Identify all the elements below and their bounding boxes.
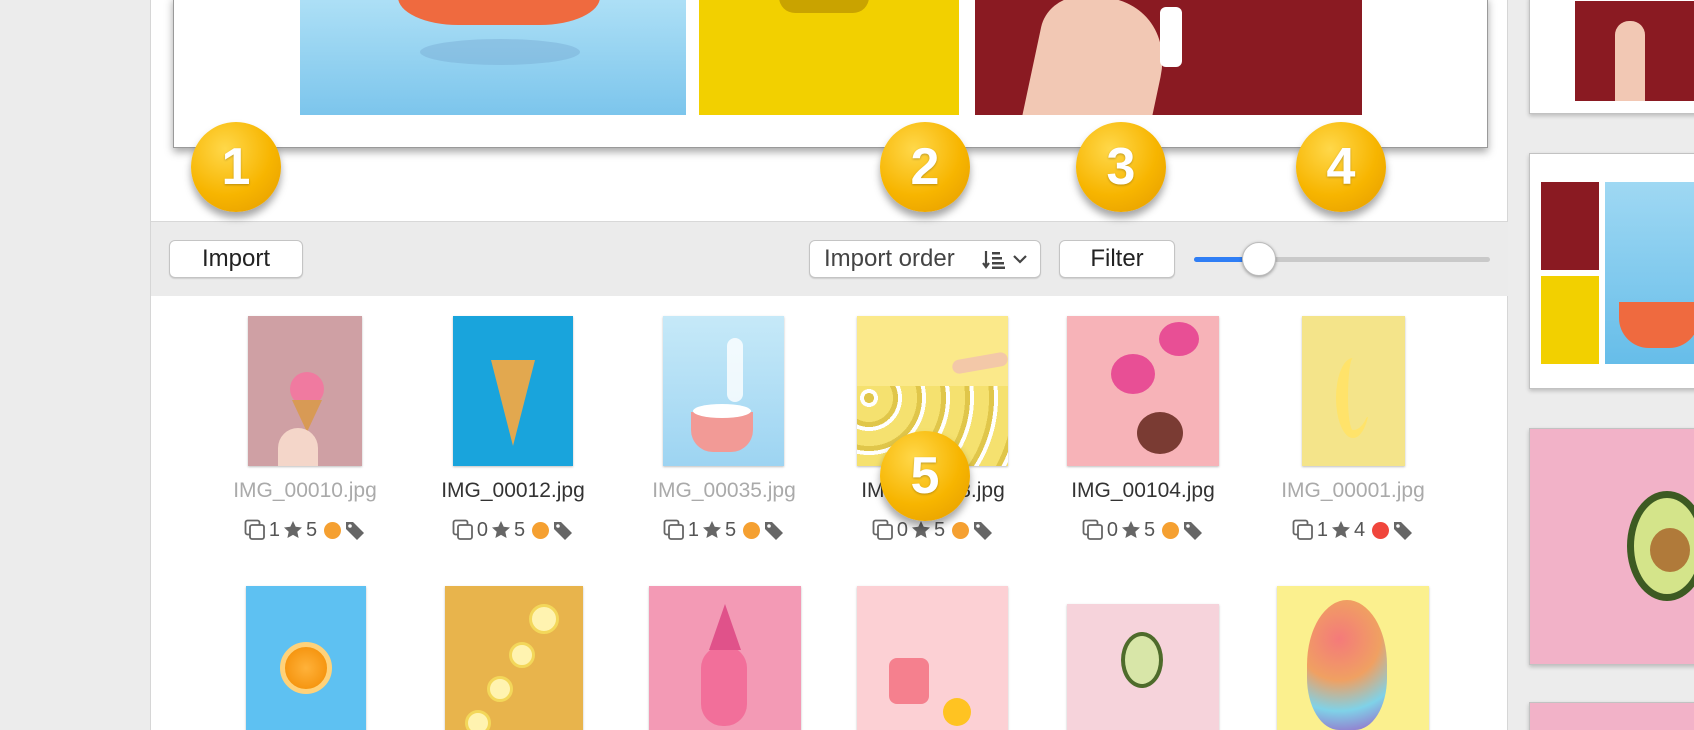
main-panel: Import Import order Filter IMG_00010.jpg… — [151, 0, 1508, 730]
photo-stack-icon — [1292, 519, 1313, 540]
thumbnail-size-slider[interactable] — [1194, 257, 1490, 262]
thumbnail-flowers[interactable] — [1277, 586, 1429, 730]
thumbnail-img-00035[interactable] — [663, 316, 784, 466]
star-icon — [1332, 521, 1350, 538]
star-icon — [912, 521, 930, 538]
chevron-down-icon — [1013, 255, 1027, 264]
color-label-dot[interactable] — [1162, 521, 1180, 539]
preview-photo-pot[interactable] — [300, 0, 686, 115]
callout-badge: 5 — [880, 431, 970, 521]
filename-label: IMG_00012.jpg — [441, 479, 585, 502]
star-rating: 5 — [306, 518, 318, 541]
stack-count: 0 — [476, 518, 488, 541]
star-icon — [703, 521, 721, 538]
star-rating: 5 — [725, 518, 737, 541]
color-label-dot[interactable] — [952, 521, 970, 539]
tag-icon — [554, 522, 573, 540]
photo-stack-icon — [872, 519, 893, 540]
import-button[interactable]: Import — [169, 240, 303, 278]
photo-stack-icon — [244, 519, 265, 540]
thumbnail-img-00001[interactable] — [1302, 316, 1405, 466]
layout-page-preview[interactable] — [173, 0, 1488, 148]
star-rating: 5 — [1144, 518, 1156, 541]
star-rating: 4 — [1354, 518, 1366, 541]
thumbnail-pineapple[interactable] — [649, 586, 801, 730]
thumbnail-grapefruit[interactable] — [857, 586, 1008, 730]
sort-order-icon — [982, 251, 1005, 269]
photo-metadata: 15 — [220, 518, 390, 542]
tag-icon — [1394, 522, 1413, 540]
stack-count: 1 — [687, 518, 699, 541]
filename-label: IMG_00001.jpg — [1281, 479, 1425, 502]
thumbnail-lemons[interactable] — [445, 586, 583, 730]
thumbnail-img-00104[interactable] — [1067, 316, 1219, 466]
page-thumbnail[interactable] — [1529, 0, 1694, 114]
star-rating: 5 — [514, 518, 526, 541]
callout-badge: 2 — [880, 122, 970, 212]
star-rating: 5 — [934, 518, 946, 541]
slider-knob[interactable] — [1242, 242, 1277, 276]
left-sidebar — [0, 0, 151, 730]
sort-order-label: Import order — [824, 245, 955, 272]
color-label-dot[interactable] — [532, 521, 550, 539]
callout-badge: 4 — [1296, 122, 1386, 212]
filename-label: IMG_00104.jpg — [1071, 479, 1215, 502]
thumbnail-img-00010[interactable] — [248, 316, 362, 466]
tag-icon — [765, 522, 784, 540]
photo-metadata: 05 — [1058, 518, 1228, 542]
thumbnail-avocado[interactable] — [1067, 604, 1219, 730]
stack-count: 0 — [1106, 518, 1118, 541]
color-label-dot[interactable] — [1372, 521, 1390, 539]
pages-sidebar — [1508, 0, 1694, 730]
stack-count: 0 — [896, 518, 908, 541]
star-icon — [1122, 521, 1140, 538]
thumbnail-orange[interactable] — [246, 586, 366, 730]
stack-count: 1 — [1316, 518, 1328, 541]
photo-layout-window: Import Import order Filter IMG_00010.jpg… — [0, 0, 1694, 730]
tag-icon — [1184, 522, 1203, 540]
sort-order-dropdown[interactable]: Import order — [809, 240, 1041, 278]
tag-icon — [346, 522, 365, 540]
star-icon — [492, 521, 510, 538]
color-label-dot[interactable] — [743, 521, 761, 539]
photo-metadata: 05 — [848, 518, 1018, 542]
photo-stack-icon — [452, 519, 473, 540]
photo-metadata: 05 — [428, 518, 598, 542]
callout-badge: 1 — [191, 122, 281, 212]
filename-label: IMG_00035.jpg — [652, 479, 796, 502]
color-label-dot[interactable] — [324, 521, 342, 539]
photo-stack-icon — [1082, 519, 1103, 540]
page-thumbnail[interactable] — [1529, 702, 1694, 730]
callout-badge: 3 — [1076, 122, 1166, 212]
page-thumbnail[interactable] — [1529, 428, 1694, 665]
photo-metadata: 15 — [639, 518, 809, 542]
star-icon — [284, 521, 302, 538]
preview-photo-icecream[interactable] — [975, 0, 1362, 115]
thumbnail-img-00012[interactable] — [453, 316, 573, 466]
preview-photo-banana[interactable] — [699, 0, 959, 115]
photo-stack-icon — [663, 519, 684, 540]
page-thumbnail[interactable] — [1529, 153, 1694, 389]
filter-button[interactable]: Filter — [1059, 240, 1175, 278]
tag-icon — [974, 522, 993, 540]
photo-metadata: 14 — [1268, 518, 1438, 542]
filename-label: IMG_00010.jpg — [233, 479, 377, 502]
stack-count: 1 — [268, 518, 280, 541]
